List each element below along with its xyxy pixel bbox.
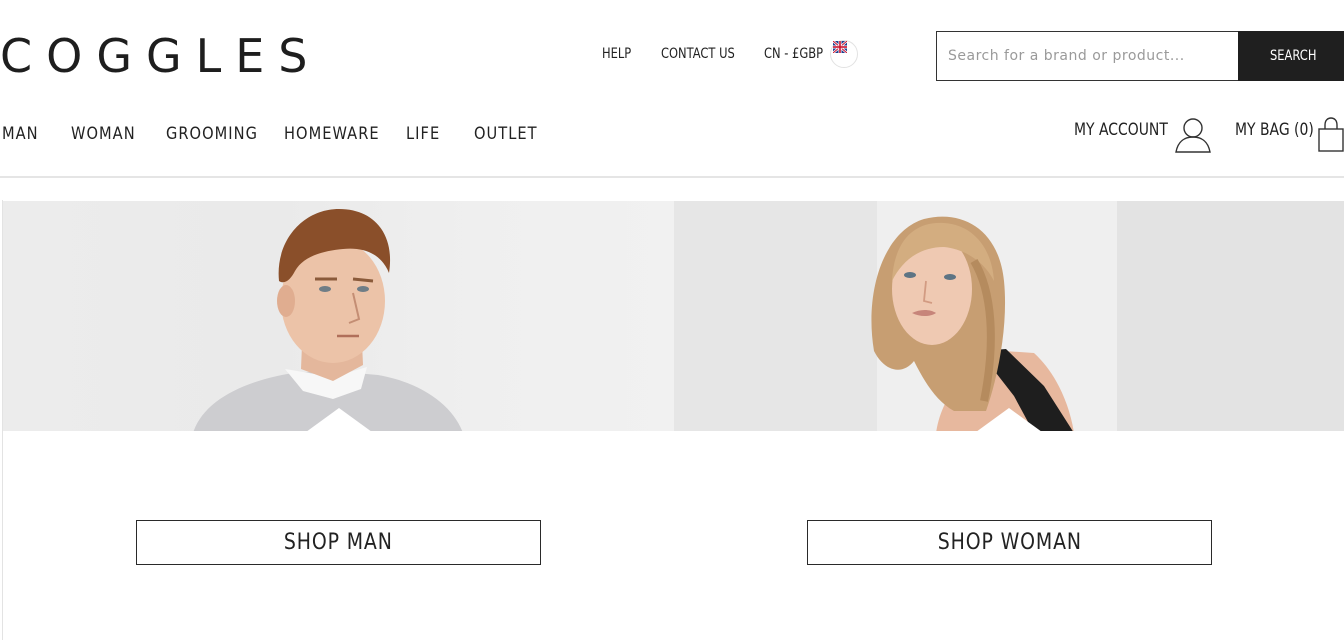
header-divider xyxy=(0,176,1344,178)
my-account-link[interactable]: MY ACCOUNT xyxy=(1074,120,1168,140)
user-icon[interactable] xyxy=(1174,116,1212,159)
nav-item-grooming[interactable]: GROOMING xyxy=(166,124,258,144)
hero-man-notch xyxy=(306,408,372,431)
hero-woman-notch xyxy=(976,408,1042,431)
search-input[interactable] xyxy=(936,31,1238,81)
uk-flag-icon[interactable] xyxy=(830,40,858,68)
shop-man-label: SHOP MAN xyxy=(284,530,393,555)
help-link[interactable]: HELP xyxy=(602,46,631,62)
hero-image-woman[interactable] xyxy=(674,201,1344,431)
nav-item-outlet[interactable]: OUTLET xyxy=(474,124,538,144)
hero-image-man[interactable] xyxy=(3,201,674,431)
currency-selector[interactable]: CN - £GBP xyxy=(764,46,823,62)
search-button[interactable]: SEARCH xyxy=(1238,31,1344,81)
shop-woman-button[interactable]: SHOP WOMAN xyxy=(807,520,1212,565)
nav-item-woman[interactable]: WOMAN xyxy=(71,124,136,144)
search-button-label: SEARCH xyxy=(1270,48,1317,64)
woman-model-illustration xyxy=(674,201,1344,431)
nav-item-man[interactable]: MAN xyxy=(2,124,39,144)
shopping-bag-icon[interactable] xyxy=(1318,117,1344,158)
shop-woman-label: SHOP WOMAN xyxy=(937,530,1082,555)
nav-item-life[interactable]: LIFE xyxy=(406,124,440,144)
my-bag-link[interactable]: MY BAG (0) xyxy=(1235,120,1314,140)
shop-man-button[interactable]: SHOP MAN xyxy=(136,520,541,565)
nav-item-homeware[interactable]: HOMEWARE xyxy=(284,124,380,144)
contact-us-link[interactable]: CONTACT US xyxy=(661,46,735,62)
man-model-illustration xyxy=(193,209,463,431)
coggles-logo[interactable]: COGGLES xyxy=(0,28,322,84)
